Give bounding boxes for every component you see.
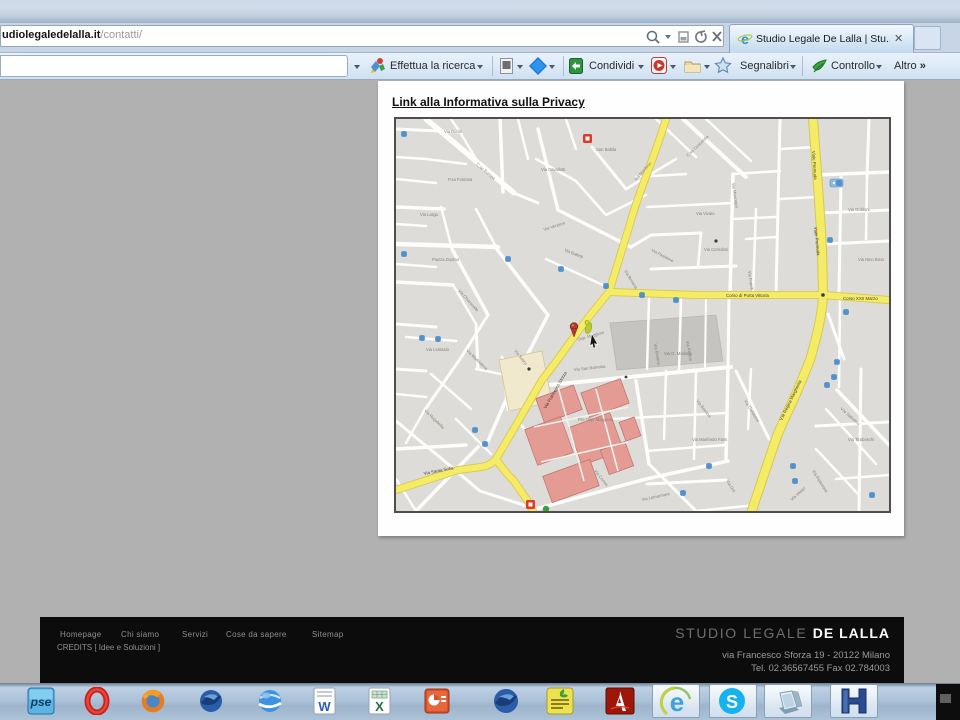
svg-text:Via Larga: Via Larga (420, 212, 439, 217)
svg-text:Via Manfredo Fanti: Via Manfredo Fanti (692, 437, 727, 442)
svg-text:Via Goldoni: Via Goldoni (848, 207, 870, 212)
svg-text:P.za Fontana: P.za Fontana (448, 177, 473, 182)
svg-text:Via Nino Bixio: Via Nino Bixio (858, 257, 885, 262)
svg-text:W: W (318, 699, 331, 714)
svg-text:Corso XXII Marzo: Corso XXII Marzo (843, 296, 878, 301)
svg-text:e: e (670, 687, 684, 717)
svg-text:Via Durini: Via Durini (444, 129, 462, 134)
svg-text:e: e (741, 31, 749, 47)
svg-text:S: S (726, 692, 738, 712)
svg-text:X: X (375, 699, 384, 714)
svg-text:P.le Osp. Maggiore: P.le Osp. Maggiore (578, 417, 614, 422)
svg-text:Via Vivaio: Via Vivaio (696, 211, 715, 216)
svg-text:Via Cavallotti: Via Cavallotti (541, 167, 565, 172)
svg-text:Via Lentasio: Via Lentasio (426, 347, 450, 352)
svg-text:Corso di Porta Vittoria: Corso di Porta Vittoria (726, 293, 769, 298)
svg-text:Piazza Duomo: Piazza Duomo (432, 257, 460, 262)
svg-text:Via Tiraboschi: Via Tiraboschi (848, 437, 874, 442)
svg-text:San Babila: San Babila (596, 147, 617, 152)
svg-text:pse: pse (30, 695, 52, 709)
svg-text:Via Corridoni: Via Corridoni (704, 247, 728, 252)
